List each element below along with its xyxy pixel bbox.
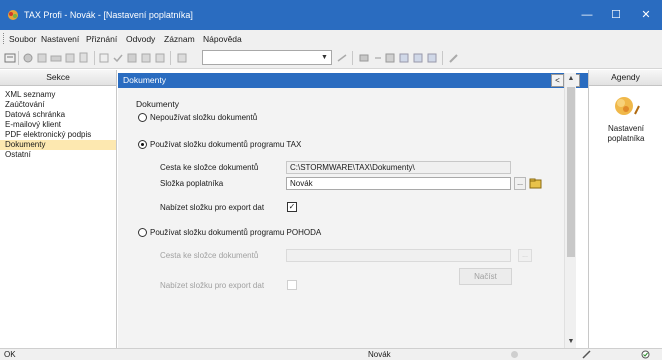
group-title: Dokumenty [136,99,179,109]
section-item-pdf-podpis[interactable]: PDF elektronický podpis [0,130,116,140]
tax-export-checkbox[interactable]: ✓ [287,202,297,212]
radio-tax-folder-label[interactable]: Používat složku dokumentů programu TAX [150,140,301,149]
radio-pohoda-folder[interactable] [138,228,147,237]
menu-napoveda[interactable]: Nápověda [203,34,242,44]
sections-panel: Sekce XML seznamy Zaúčtování Datová schr… [0,70,117,348]
open-folder-icon[interactable] [529,177,542,190]
form-icon[interactable] [412,52,424,64]
pohoda-export-label: Nabízet složku pro export dat [160,281,265,290]
agendas-panel: Agendy Nastavení poplatníka [588,70,662,348]
toolbar-separator [352,51,353,65]
menu-priznani[interactable]: Přiznání [86,34,117,44]
section-item-zauctovani[interactable]: Zaúčtování [0,100,116,110]
export-icon[interactable] [64,52,76,64]
pen-icon [582,350,591,359]
menu-grip[interactable] [3,33,5,44]
radio-no-folder-label[interactable]: Nepoužívat složku dokumentů [150,113,257,122]
menu-soubor[interactable]: Soubor [9,34,36,44]
tax-path-field[interactable]: C:\STORMWARE\TAX\Dokumenty\ [286,161,511,174]
folder-icon[interactable] [336,52,348,64]
status-user: Novák [368,350,391,359]
columns-icon[interactable] [398,52,410,64]
tax-folder-field[interactable]: Novák [286,177,511,190]
close-button[interactable]: ✕ [631,0,661,30]
table-icon[interactable] [372,52,384,64]
close-doc-icon[interactable] [154,52,166,64]
agenda-label: Nastavení poplatníka [589,124,662,144]
chevron-down-icon[interactable]: ▼ [319,52,330,63]
status-text: OK [4,350,16,359]
save-all-icon[interactable] [126,52,138,64]
taxpayer-settings-icon [615,97,640,115]
toolbar: ▼ [0,47,662,69]
tax-folder-label: Složka poplatníka [160,179,224,188]
ok-status-icon [641,350,650,359]
section-item-dokumenty[interactable]: Dokumenty [0,140,116,150]
section-item-ostatni[interactable]: Ostatní [0,150,116,160]
print-icon[interactable] [50,52,62,64]
window-title: TAX Profi - Novák - [Nastavení poplatník… [24,10,193,20]
agendas-header: Agendy [589,70,662,86]
pohoda-path-field[interactable] [286,249,511,262]
tax-folder-browse-button[interactable]: ... [514,177,526,190]
info-icon [511,351,518,358]
status-bar: OK Novák [0,348,662,360]
properties-icon[interactable] [4,52,16,64]
list-icon[interactable] [358,52,370,64]
menu-odvody[interactable]: Odvody [126,34,155,44]
toolbar-separator [94,51,95,65]
section-item-email-klient[interactable]: E-mailový klient [0,120,116,130]
pencil-icon[interactable] [448,52,460,64]
settings-icon[interactable] [22,52,34,64]
documents-settings: Dokumenty Nepoužívat složku dokumentů Po… [118,88,564,348]
agenda-label-line2: poplatníka [607,134,645,143]
tax-path-label: Cesta ke složce dokumentů [160,163,259,172]
menu-bar: Soubor Nastavení Přiznání Odvody Záznam … [0,30,662,47]
scroll-up-icon[interactable]: ▲ [565,73,577,85]
scroll-down-icon[interactable]: ▼ [565,336,577,348]
radio-pohoda-folder-label[interactable]: Používat složku dokumentů programu POHOD… [150,228,321,237]
edit-icon[interactable] [426,52,438,64]
toolbar-separator [18,51,19,65]
copy-icon[interactable] [78,52,90,64]
content-header-title: Dokumenty [123,75,166,85]
radio-no-folder[interactable] [138,113,147,122]
save-icon[interactable] [112,52,124,64]
toolbar-combo[interactable]: ▼ [202,50,332,65]
content-header: Dokumenty < > [118,73,588,88]
pohoda-export-checkbox[interactable] [287,280,297,290]
pohoda-path-browse-button[interactable]: ... [518,249,532,262]
sections-header: Sekce [0,70,116,86]
print-preview-icon[interactable] [36,52,48,64]
agenda-label-line1: Nastavení [607,124,645,133]
minimize-button[interactable]: — [572,0,602,30]
section-item-xml-seznamy[interactable]: XML seznamy [0,90,116,100]
menu-nastaveni[interactable]: Nastavení [41,34,79,44]
toolbar-separator [170,51,171,65]
filter-icon[interactable] [176,52,188,64]
section-item-datova-schranka[interactable]: Datová schránka [0,110,116,120]
load-button[interactable]: Načíst [459,268,512,285]
radio-tax-folder[interactable] [138,140,147,149]
sections-list: XML seznamy Zaúčtování Datová schránka E… [0,86,116,160]
title-bar: TAX Profi - Novák - [Nastavení poplatník… [0,0,662,30]
scroll-thumb[interactable] [567,87,575,257]
check-icon[interactable] [98,52,110,64]
prev-button[interactable]: < [551,74,564,87]
calc-icon[interactable] [140,52,152,64]
maximize-button[interactable]: ☐ [601,0,631,30]
app-icon [8,10,18,20]
grid-icon[interactable] [384,52,396,64]
pohoda-path-label: Cesta ke složce dokumentů [160,251,259,260]
menu-zaznam[interactable]: Záznam [164,34,195,44]
tax-export-label: Nabízet složku pro export dat [160,203,265,212]
toolbar-separator [442,51,443,65]
content-scrollbar[interactable]: ▲ ▼ [564,73,576,348]
